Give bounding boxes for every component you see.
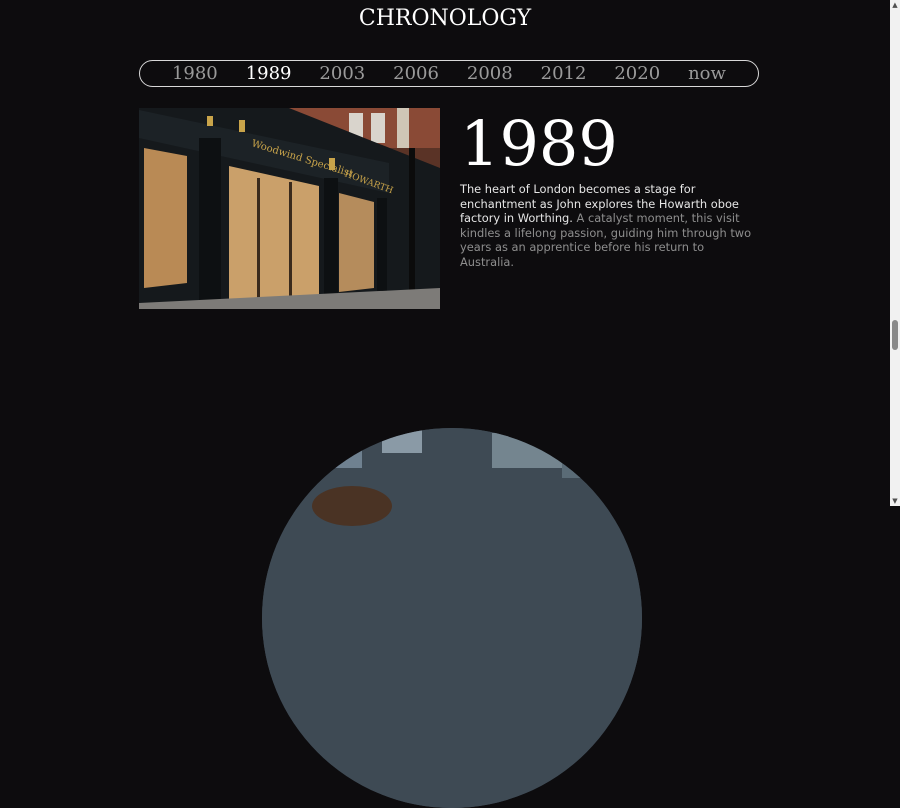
scrollbar[interactable]: ▲ ▼ (890, 0, 900, 506)
timeline-year-2008[interactable]: 2008 (467, 63, 513, 84)
timeline-nav: 1980 1989 2003 2006 2008 2012 2020 now (139, 60, 759, 87)
entry-description: The heart of London becomes a stage for … (460, 182, 760, 269)
timeline-year-2006[interactable]: 2006 (393, 63, 439, 84)
timeline-year-2012[interactable]: 2012 (541, 63, 587, 84)
timeline-year-1989[interactable]: 1989 (246, 63, 292, 84)
page-title: CHRONOLOGY (358, 6, 532, 31)
timeline-year-2003[interactable]: 2003 (319, 63, 365, 84)
entry-year: 1989 (460, 107, 618, 180)
timeline-year-1980[interactable]: 1980 (172, 63, 218, 84)
timeline-year-2020[interactable]: 2020 (614, 63, 660, 84)
shopfront-illustration: Woodwind Specialist HOWARTH (139, 108, 440, 309)
next-entry-photo (262, 428, 642, 808)
timeline-year-now[interactable]: now (688, 63, 726, 84)
scroll-thumb[interactable] (892, 320, 898, 350)
scroll-down-arrow-icon[interactable]: ▼ (890, 496, 900, 506)
shopfront-photo: Woodwind Specialist HOWARTH (139, 108, 440, 309)
scroll-up-arrow-icon[interactable]: ▲ (890, 0, 900, 10)
portrait-illustration (262, 428, 642, 808)
